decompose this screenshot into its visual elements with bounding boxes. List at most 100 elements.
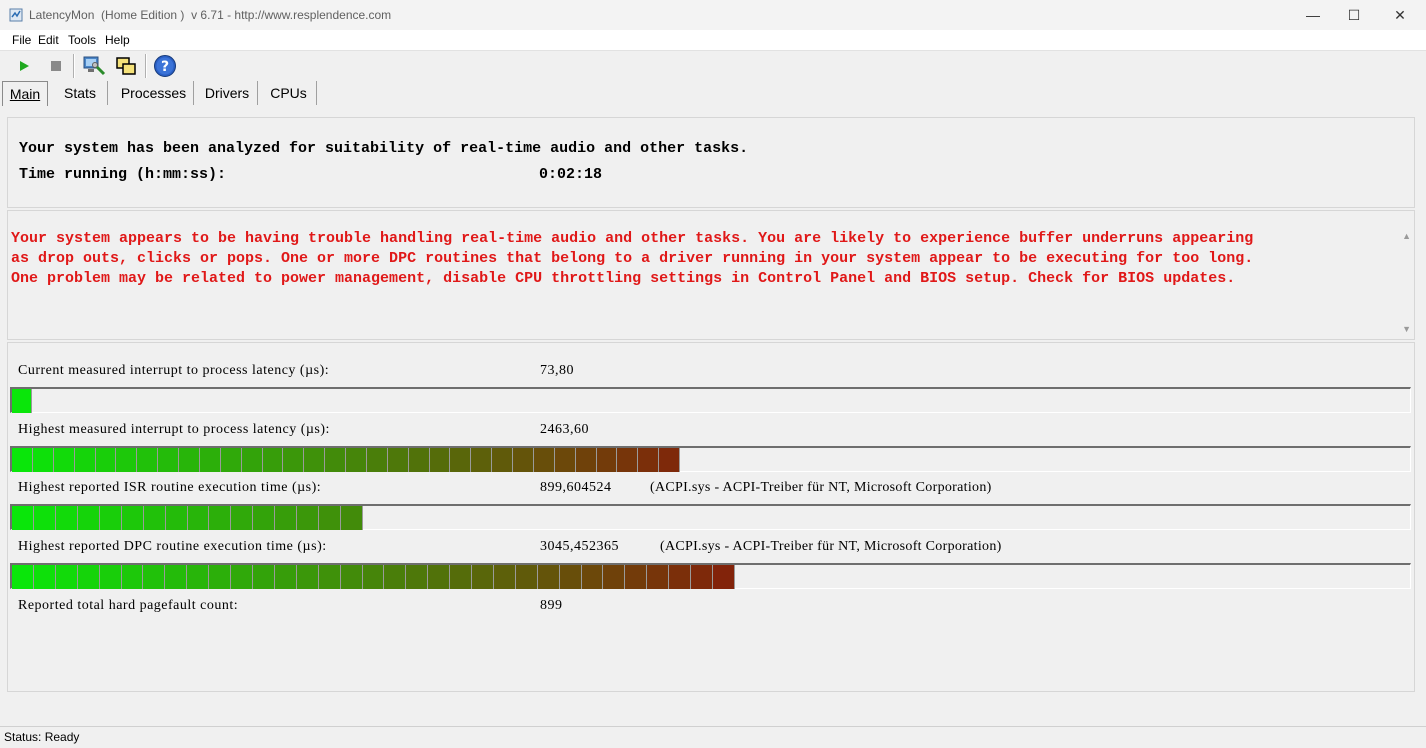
isr-driver-info: (ACPI.sys - ACPI-Treiber für NT, Microso… — [650, 480, 992, 495]
warning-message: Your system appears to be having trouble… — [11, 229, 1396, 289]
bar-segment — [231, 565, 253, 589]
bar-segment — [617, 448, 639, 472]
bar-segment — [340, 565, 363, 589]
bar-segment — [32, 448, 54, 472]
bar-segment — [304, 448, 326, 472]
pagefault-label: Reported total hard pagefault count: — [18, 598, 239, 613]
computer-icon — [83, 56, 106, 76]
status-bar: Status: Ready — [0, 726, 1426, 748]
current-latency-bar — [10, 387, 1411, 413]
bar-segment — [143, 565, 166, 589]
bar-segment — [252, 565, 275, 589]
bar-segment — [319, 506, 342, 530]
current-latency-value: 73,80 — [540, 363, 574, 378]
window-title: LatencyMon (Home Edition ) v 6.71 - http… — [29, 8, 392, 22]
bar-segment — [99, 565, 122, 589]
bar-segment — [231, 506, 254, 530]
menu-tools[interactable]: Tools — [68, 33, 96, 47]
bar-segment — [121, 565, 144, 589]
toolbar-separator — [145, 54, 147, 78]
bar-segment — [262, 448, 284, 472]
tab-main[interactable]: Main — [2, 81, 48, 106]
tab-main-label: Main — [9, 86, 41, 102]
highest-latency-bar — [10, 446, 1411, 472]
tab-drivers-label: Drivers — [204, 85, 250, 101]
bar-segment — [137, 448, 159, 472]
bar-fill — [12, 565, 735, 589]
scroll-down-icon[interactable]: ▼ — [1402, 324, 1411, 334]
bar-segment — [253, 506, 276, 530]
stop-icon — [51, 61, 61, 71]
bar-segment — [209, 506, 232, 530]
bar-segment — [559, 565, 582, 589]
bar-segment — [209, 565, 232, 589]
bar-segment — [596, 448, 618, 472]
menu-edit[interactable]: Edit — [38, 33, 59, 47]
bar-segment — [53, 448, 75, 472]
analysis-summary: Your system has been analyzed for suitab… — [19, 140, 749, 157]
help-icon: ? — [154, 55, 176, 77]
menu-help[interactable]: Help — [105, 33, 130, 47]
bar-fill — [12, 506, 363, 530]
bar-segment — [625, 565, 648, 589]
bar-segment — [95, 448, 117, 472]
bar-segment — [12, 506, 34, 530]
bar-segment — [74, 448, 96, 472]
tab-cpus[interactable]: CPUs — [261, 81, 317, 105]
bar-segment — [12, 565, 34, 589]
bar-segment — [275, 506, 298, 530]
bar-segment — [341, 506, 363, 530]
bar-segment — [366, 448, 388, 472]
tab-stats[interactable]: Stats — [53, 81, 108, 105]
bar-segment — [387, 448, 409, 472]
isr-time-label: Highest reported ISR routine execution t… — [18, 480, 322, 495]
bar-segment — [12, 389, 32, 413]
status-text: Status: Ready — [4, 730, 80, 744]
bar-segment — [99, 506, 122, 530]
help-button[interactable]: ? — [152, 53, 178, 79]
bar-segment — [472, 565, 494, 589]
menu-bar: File Edit Tools Help — [0, 30, 1426, 51]
bar-segment — [429, 448, 451, 472]
start-button[interactable] — [11, 53, 37, 79]
close-button[interactable]: ✕ — [1377, 0, 1423, 30]
bar-segment — [659, 448, 680, 472]
bar-segment — [55, 565, 78, 589]
bar-segment — [241, 448, 263, 472]
time-running-value: 0:02:18 — [539, 166, 603, 183]
bar-segment — [603, 565, 626, 589]
computer-button[interactable] — [81, 53, 107, 79]
bar-segment — [691, 565, 713, 589]
bar-segment — [554, 448, 576, 472]
bar-segment — [450, 448, 472, 472]
toolbar-separator — [73, 54, 75, 78]
bar-segment — [325, 448, 346, 472]
maximize-button[interactable]: ☐ — [1331, 0, 1377, 30]
minimize-button[interactable]: — — [1290, 0, 1336, 30]
highest-latency-value: 2463,60 — [540, 422, 589, 437]
menu-file[interactable]: File — [12, 33, 31, 47]
tab-processes[interactable]: Processes — [114, 81, 194, 105]
bar-segment — [713, 565, 735, 589]
bar-segment — [492, 448, 513, 472]
bar-segment — [274, 565, 297, 589]
scroll-up-icon[interactable]: ▲ — [1402, 231, 1411, 241]
bar-fill — [12, 448, 680, 472]
toolbar: ? — [0, 51, 1426, 81]
title-bar: LatencyMon (Home Edition ) v 6.71 - http… — [0, 0, 1426, 30]
bar-segment — [515, 565, 538, 589]
bar-segment — [647, 565, 670, 589]
windows-icon — [116, 57, 136, 75]
stop-button[interactable] — [43, 53, 69, 79]
bar-segment — [537, 565, 560, 589]
bar-segment — [669, 565, 692, 589]
tab-cpus-label: CPUs — [270, 85, 307, 101]
bar-segment — [55, 506, 78, 530]
bar-segment — [384, 565, 407, 589]
tab-drivers[interactable]: Drivers — [197, 81, 258, 105]
bar-segment — [220, 448, 242, 472]
bar-segment — [12, 448, 33, 472]
dpc-driver-info: (ACPI.sys - ACPI-Treiber für NT, Microso… — [660, 539, 1002, 554]
windows-button[interactable] — [113, 53, 139, 79]
bar-segment — [471, 448, 493, 472]
